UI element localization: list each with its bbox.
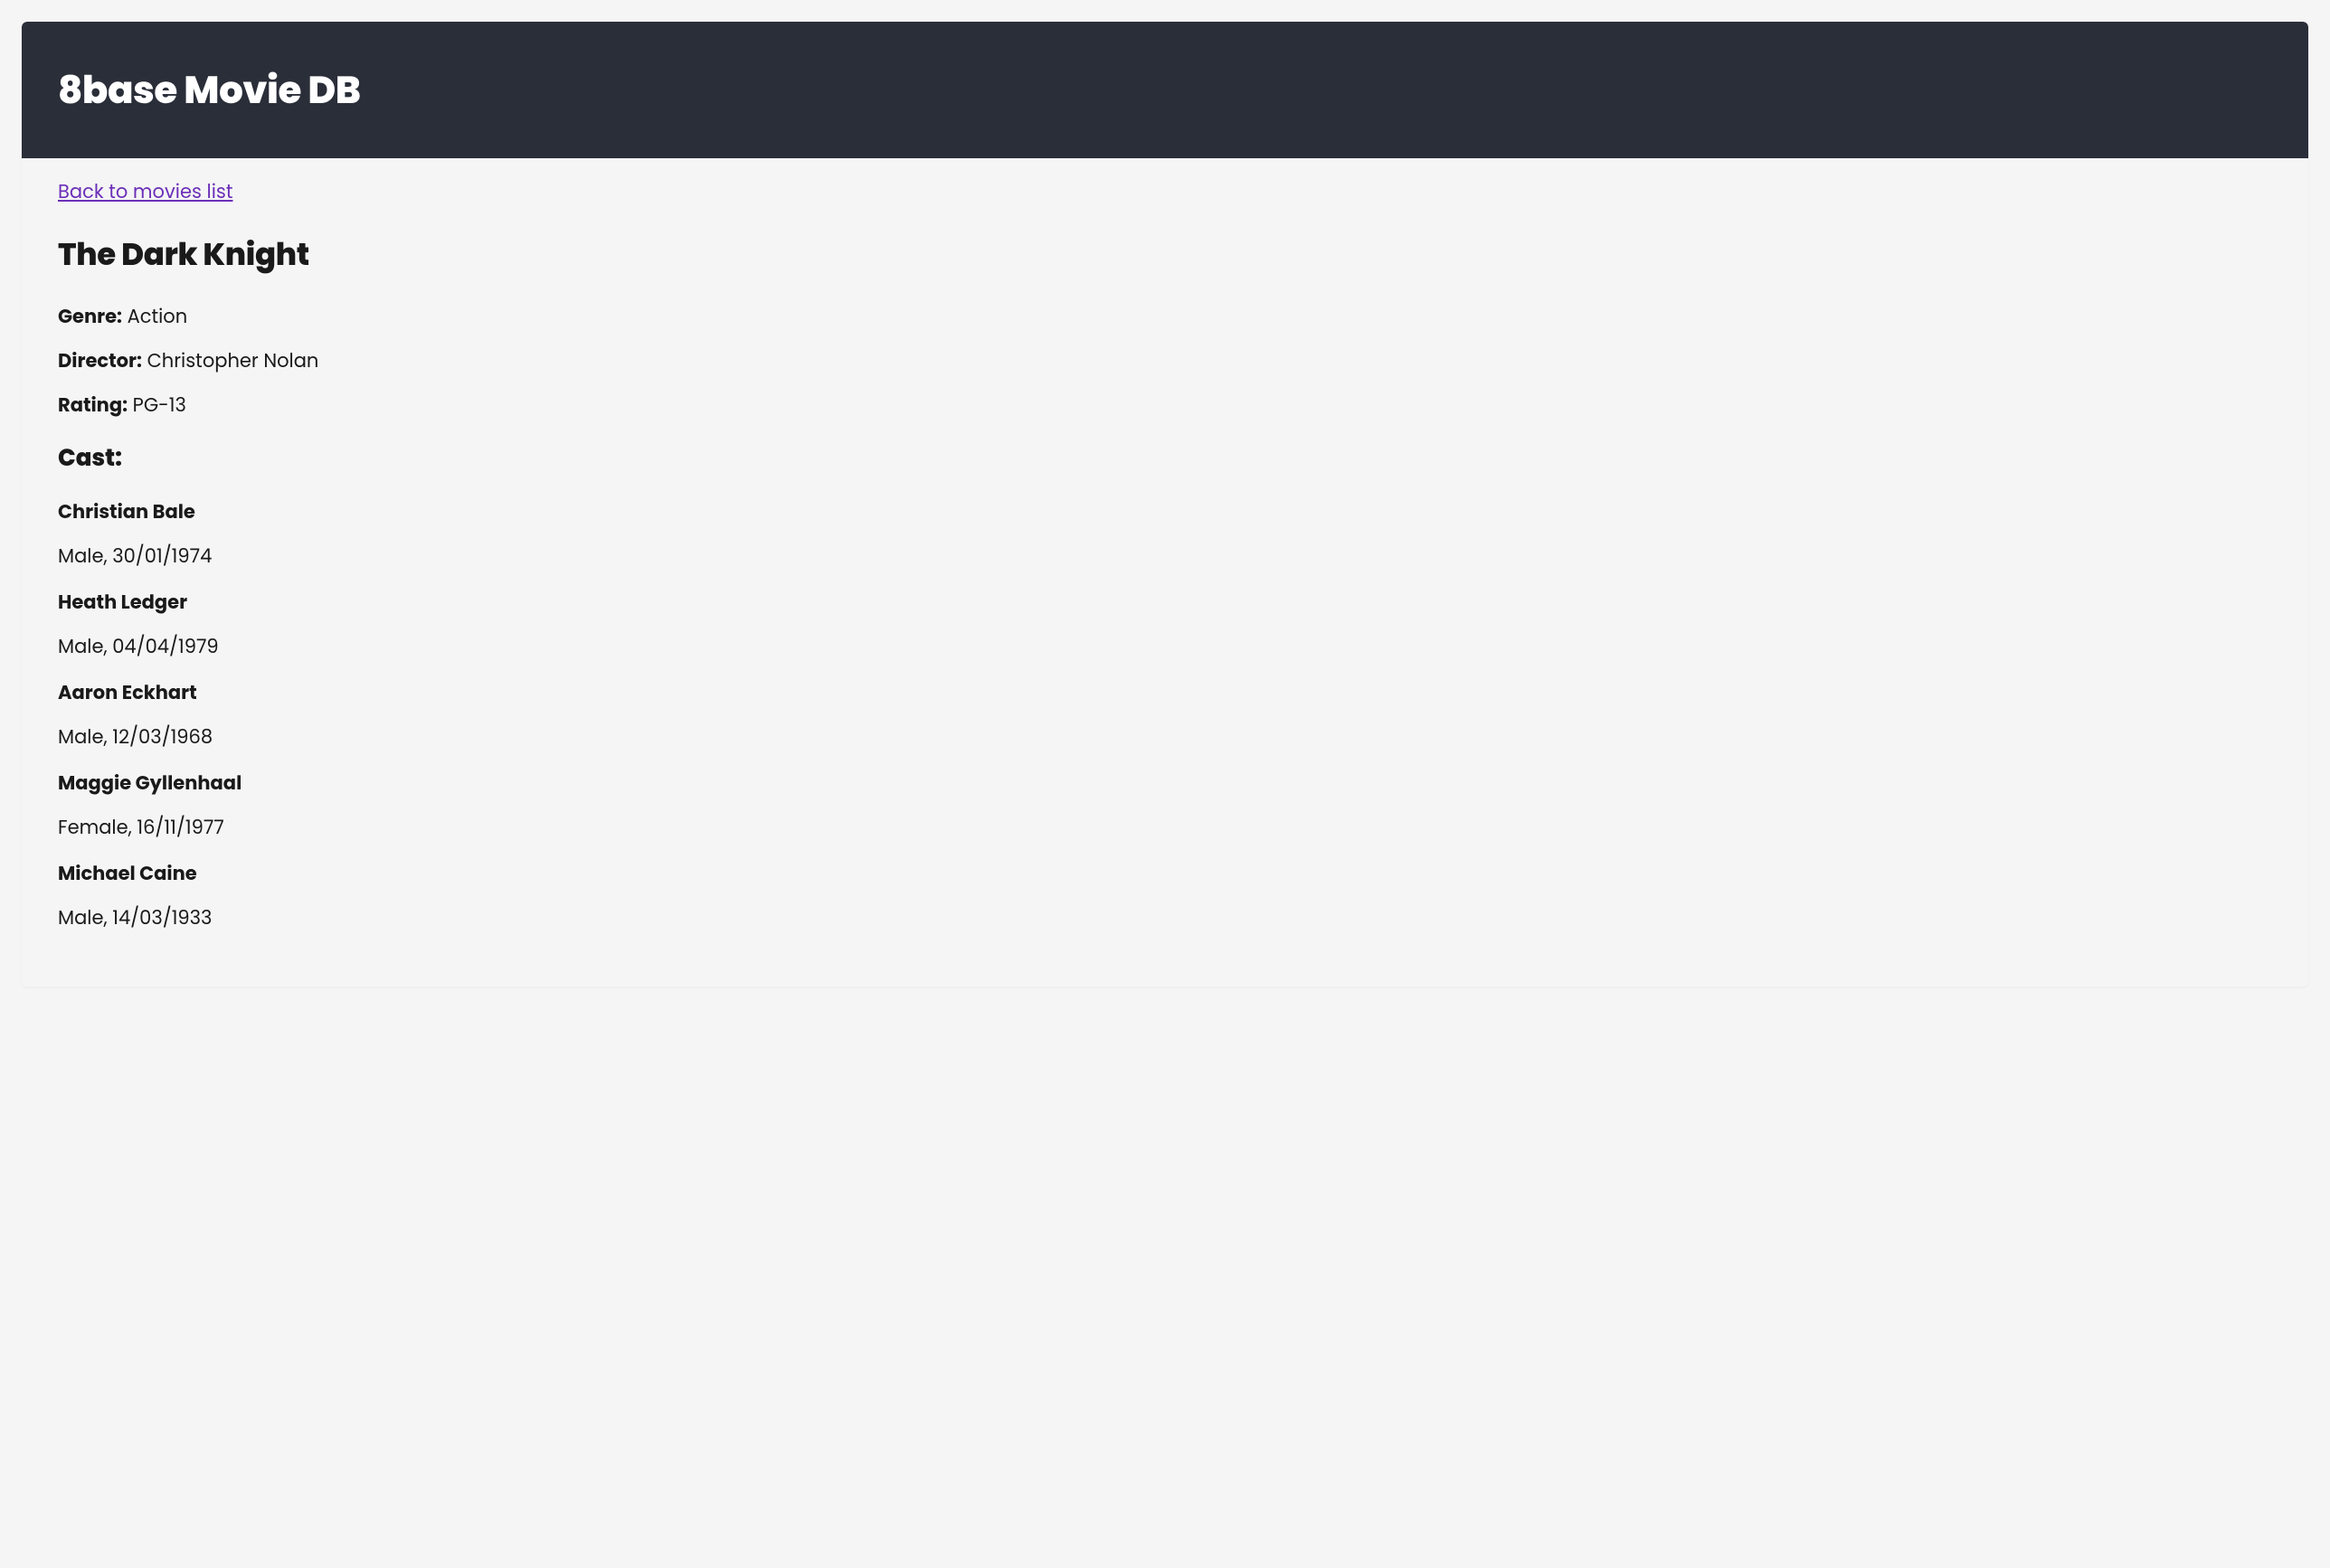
genre-label: Genre: — [58, 304, 122, 330]
app-title: 8base Movie DB — [58, 61, 2272, 118]
page-container: 8base Movie DB Back to movies list The D… — [22, 22, 2308, 987]
director-row: Director: Christopher Nolan — [58, 347, 2272, 375]
cast-member: Maggie Gyllenhaal Female, 16/11/1977 — [58, 770, 2272, 842]
cast-member: Heath Ledger Male, 04/04/1979 — [58, 589, 2272, 661]
genre-row: Genre: Action — [58, 303, 2272, 331]
cast-member-info: Female, 16/11/1977 — [58, 814, 2272, 842]
cast-member: Michael Caine Male, 14/03/1933 — [58, 860, 2272, 932]
movie-title: The Dark Knight — [58, 231, 2272, 278]
cast-member-info: Male, 30/01/1974 — [58, 543, 2272, 571]
content-area: Back to movies list The Dark Knight Genr… — [22, 158, 2308, 987]
header: 8base Movie DB — [22, 22, 2308, 158]
rating-label: Rating: — [58, 392, 128, 419]
genre-value: Action — [128, 304, 188, 330]
cast-member: Christian Bale Male, 30/01/1974 — [58, 498, 2272, 571]
cast-member: Aaron Eckhart Male, 12/03/1968 — [58, 679, 2272, 751]
cast-member-name: Christian Bale — [58, 498, 2272, 526]
cast-member-info: Male, 14/03/1933 — [58, 904, 2272, 932]
cast-member-name: Heath Ledger — [58, 589, 2272, 617]
back-link[interactable]: Back to movies list — [58, 178, 232, 206]
cast-member-name: Maggie Gyllenhaal — [58, 770, 2272, 798]
director-label: Director: — [58, 348, 142, 374]
rating-value: PG-13 — [133, 392, 186, 419]
cast-member-name: Aaron Eckhart — [58, 679, 2272, 707]
rating-row: Rating: PG-13 — [58, 392, 2272, 420]
cast-member-name: Michael Caine — [58, 860, 2272, 888]
cast-list: Christian Bale Male, 30/01/1974 Heath Ledg… — [58, 498, 2272, 932]
cast-member-info: Male, 04/04/1979 — [58, 633, 2272, 661]
director-value: Christopher Nolan — [147, 348, 319, 374]
cast-member-info: Male, 12/03/1968 — [58, 723, 2272, 751]
cast-heading: Cast: — [58, 441, 2272, 477]
